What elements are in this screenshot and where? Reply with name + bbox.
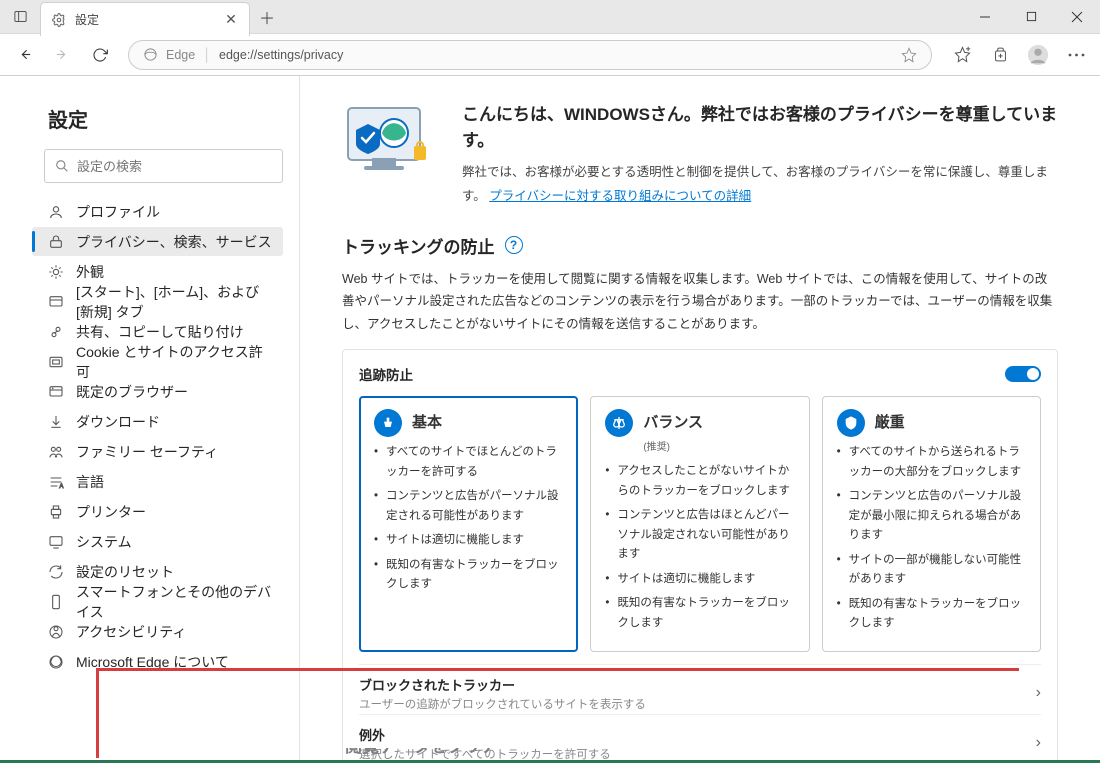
nav-label: Cookie とサイトのアクセス許可: [76, 342, 273, 382]
nav-label: プリンター: [76, 502, 146, 522]
sidebar-item-1[interactable]: プライバシー、検索、サービス: [32, 227, 283, 256]
privacy-illustration: [342, 102, 434, 178]
menu-button[interactable]: [1060, 39, 1092, 71]
section-tracking-title: トラッキングの防止?: [342, 233, 1058, 258]
chevron-right-icon: ›: [1036, 684, 1041, 702]
edge-icon: [143, 47, 158, 62]
nav-label: 外観: [76, 262, 104, 282]
blocked-title: ブロックされたトラッカー: [359, 675, 646, 694]
nav-icon: [48, 384, 64, 400]
settings-content: こんにちは、WINDOWSさん。弊社ではお客様のプライバシーを尊重しています。 …: [300, 76, 1100, 760]
favorites-button[interactable]: [946, 39, 978, 71]
nav-label: スマートフォンとその他のデバイス: [76, 582, 273, 622]
back-button[interactable]: [8, 39, 40, 71]
sidebar-item-6[interactable]: 既定のブラウザー: [32, 377, 283, 406]
nav-label: プロファイル: [76, 202, 160, 222]
nav-label: 言語: [76, 472, 104, 492]
address-bar[interactable]: Edge │ edge://settings/privacy: [128, 40, 932, 70]
settings-icon: [51, 12, 67, 28]
nav-icon: [48, 654, 64, 670]
nav-label: 設定のリセット: [76, 562, 174, 582]
nav-icon: [48, 504, 64, 520]
favorite-icon[interactable]: [901, 47, 917, 63]
nav-label: ダウンロード: [76, 412, 160, 432]
nav-icon: [48, 324, 64, 340]
nav-icon: [48, 414, 64, 430]
forward-button[interactable]: [46, 39, 78, 71]
close-window-button[interactable]: [1054, 0, 1100, 33]
tracking-toggle[interactable]: [1005, 366, 1041, 382]
nav-icon: [48, 534, 64, 550]
blocked-trackers-row[interactable]: ブロックされたトラッカー ユーザーの追跡がブロックされているサイトを表示する ›: [359, 664, 1041, 714]
minimize-button[interactable]: [962, 0, 1008, 33]
nav-label: システム: [76, 532, 132, 552]
nav-icon: [48, 564, 64, 580]
settings-search-input[interactable]: [44, 149, 283, 183]
sidebar-item-10[interactable]: プリンター: [32, 497, 283, 526]
nav-label: プライバシー、検索、サービス: [76, 232, 272, 252]
nav-icon: [48, 624, 64, 640]
sidebar-item-0[interactable]: プロファイル: [32, 197, 283, 226]
nav-label: Microsoft Edge について: [76, 652, 229, 672]
nav-icon: [48, 234, 64, 250]
svg-text:A: A: [59, 484, 63, 490]
sidebar-item-7[interactable]: ダウンロード: [32, 407, 283, 436]
sidebar-item-8[interactable]: ファミリー セーフティ: [32, 437, 283, 466]
tracking-card: 追跡防止 基本すべてのサイトでほとんどのトラッカーを許可するコンテンツと広告がパ…: [342, 349, 1058, 760]
privacy-link[interactable]: プライバシーに対する取り組みについての詳細: [489, 189, 751, 203]
tracking-card-title: 追跡防止: [359, 364, 413, 384]
sidebar-item-5[interactable]: Cookie とサイトのアクセス許可: [32, 347, 283, 376]
collections-button[interactable]: [984, 39, 1016, 71]
browser-tab[interactable]: 設定 ✕: [40, 2, 250, 36]
maximize-button[interactable]: [1008, 0, 1054, 33]
blocked-sub: ユーザーの追跡がブロックされているサイトを表示する: [359, 696, 646, 712]
nav-icon: [48, 204, 64, 220]
tab-actions-button[interactable]: [0, 0, 40, 33]
sidebar-item-9[interactable]: A 言語: [32, 467, 283, 496]
settings-page: 設定 プロファイルプライバシー、検索、サービス外観[スタート]、[ホーム]、およ…: [0, 76, 1100, 760]
refresh-button[interactable]: [84, 39, 116, 71]
nav-icon: [48, 354, 64, 370]
nav-icon: [48, 294, 64, 310]
mode-card-厳重[interactable]: 厳重すべてのサイトから送られるトラッカーの大部分をブロックしますコンテンツと広告…: [822, 396, 1041, 652]
sidebar-title: 設定: [48, 104, 283, 133]
new-tab-button[interactable]: ＋: [250, 0, 284, 33]
sidebar-item-15[interactable]: Microsoft Edge について: [32, 647, 283, 676]
toolbar: Edge │ edge://settings/privacy: [0, 34, 1100, 76]
exceptions-title: 例外: [359, 725, 611, 744]
settings-sidebar: 設定 プロファイルプライバシー、検索、サービス外観[スタート]、[ホーム]、およ…: [0, 76, 300, 760]
nav-label: 共有、コピーして貼り付け: [76, 322, 244, 342]
nav-label: アクセシビリティ: [76, 622, 186, 642]
address-protocol: Edge: [166, 48, 195, 62]
window-titlebar: 設定 ✕ ＋: [0, 0, 1100, 34]
nav-label: 既定のブラウザー: [76, 382, 188, 402]
sidebar-item-13[interactable]: スマートフォンとその他のデバイス: [32, 587, 283, 616]
close-tab-button[interactable]: ✕: [223, 11, 239, 28]
hero-heading: こんにちは、WINDOWSさん。弊社ではお客様のプライバシーを尊重しています。: [462, 102, 1058, 153]
profile-button[interactable]: [1022, 39, 1054, 71]
sidebar-item-14[interactable]: アクセシビリティ: [32, 617, 283, 646]
nav-icon: [48, 594, 64, 610]
next-section-title: 閲覧データをクリア: [345, 748, 498, 760]
nav-icon: A: [48, 474, 64, 490]
sidebar-item-11[interactable]: システム: [32, 527, 283, 556]
nav-label: ファミリー セーフティ: [76, 442, 218, 462]
nav-icon: [48, 264, 64, 280]
address-url: edge://settings/privacy: [219, 48, 893, 62]
help-icon[interactable]: ?: [505, 236, 523, 254]
tab-title: 設定: [75, 11, 215, 28]
search-field[interactable]: [77, 159, 272, 174]
tracking-description: Web サイトでは、トラッカーを使用して閲覧に関する情報を収集します。Web サ…: [342, 268, 1058, 336]
nav-label: [スタート]、[ホーム]、および [新規] タブ: [76, 282, 273, 322]
chevron-right-icon: ›: [1036, 734, 1041, 752]
mode-card-基本[interactable]: 基本すべてのサイトでほとんどのトラッカーを許可するコンテンツと広告がパーソナル設…: [359, 396, 578, 652]
sidebar-item-3[interactable]: [スタート]、[ホーム]、および [新規] タブ: [32, 287, 283, 316]
nav-icon: [48, 444, 64, 460]
mode-card-バランス[interactable]: バランス(推奨)アクセスしたことがないサイトからのトラッカーをブロックしますコン…: [590, 396, 809, 652]
